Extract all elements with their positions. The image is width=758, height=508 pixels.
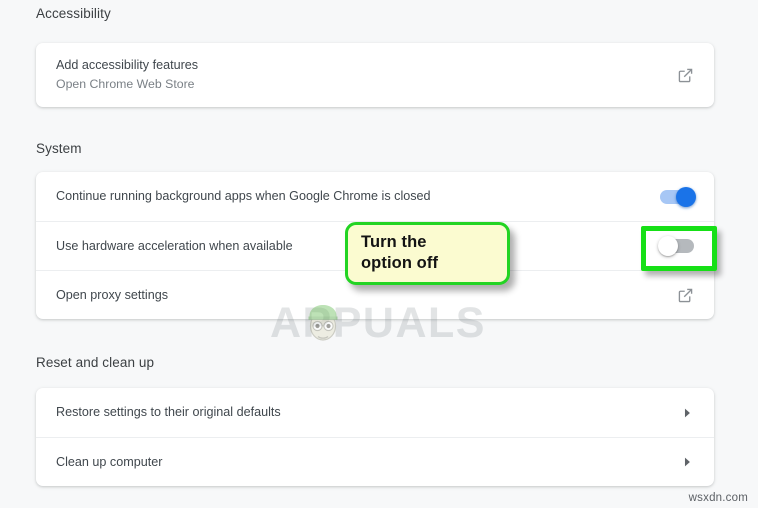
row-continue-running-background-apps[interactable]: Continue running background apps when Go… xyxy=(36,172,714,221)
callout-line-2: option off xyxy=(361,254,439,272)
external-link-icon[interactable] xyxy=(677,67,694,84)
accessibility-card: Add accessibility features Open Chrome W… xyxy=(36,43,714,107)
row-title: Add accessibility features xyxy=(56,58,199,72)
row-title: Continue running background apps when Go… xyxy=(56,189,431,203)
reset-and-clean-up-card: Restore settings to their original defau… xyxy=(36,388,714,486)
row-action[interactable] xyxy=(680,406,694,420)
external-link-icon[interactable] xyxy=(677,287,694,304)
row-add-accessibility-features[interactable]: Add accessibility features Open Chrome W… xyxy=(36,43,714,107)
section-heading-accessibility: Accessibility xyxy=(36,6,111,21)
row-title: Restore settings to their original defau… xyxy=(56,405,281,419)
callout-line-1: Turn the xyxy=(361,233,427,251)
chevron-right-icon[interactable] xyxy=(680,406,694,420)
row-texts: Restore settings to their original defau… xyxy=(56,404,668,421)
chevron-right-icon[interactable] xyxy=(680,455,694,469)
row-texts: Open proxy settings xyxy=(56,287,665,304)
settings-page: Accessibility Add accessibility features… xyxy=(0,0,758,508)
toggle-hardware-acceleration[interactable] xyxy=(658,236,694,256)
row-action[interactable] xyxy=(677,287,694,304)
toggle-background-apps[interactable] xyxy=(660,186,696,207)
row-action[interactable] xyxy=(677,67,694,84)
row-action[interactable] xyxy=(680,455,694,469)
row-subtitle: Open Chrome Web Store xyxy=(56,77,195,91)
row-texts: Continue running background apps when Go… xyxy=(56,188,648,205)
row-restore-settings-defaults[interactable]: Restore settings to their original defau… xyxy=(36,388,714,437)
instruction-callout: Turn the option off xyxy=(345,222,510,285)
row-texts: Add accessibility features Open Chrome W… xyxy=(56,57,665,93)
section-heading-reset-and-clean-up: Reset and clean up xyxy=(36,355,155,370)
row-action[interactable] xyxy=(660,186,696,207)
row-texts: Clean up computer xyxy=(56,454,668,471)
row-title: Open proxy settings xyxy=(56,287,169,302)
toggle-knob xyxy=(658,236,678,256)
footer-credit: wsxdn.com xyxy=(688,492,748,504)
section-heading-system: System xyxy=(36,141,82,156)
toggle-knob xyxy=(676,186,696,207)
row-title: Clean up computer xyxy=(56,454,163,469)
row-clean-up-computer[interactable]: Clean up computer xyxy=(36,437,714,486)
row-action[interactable] xyxy=(658,236,694,256)
